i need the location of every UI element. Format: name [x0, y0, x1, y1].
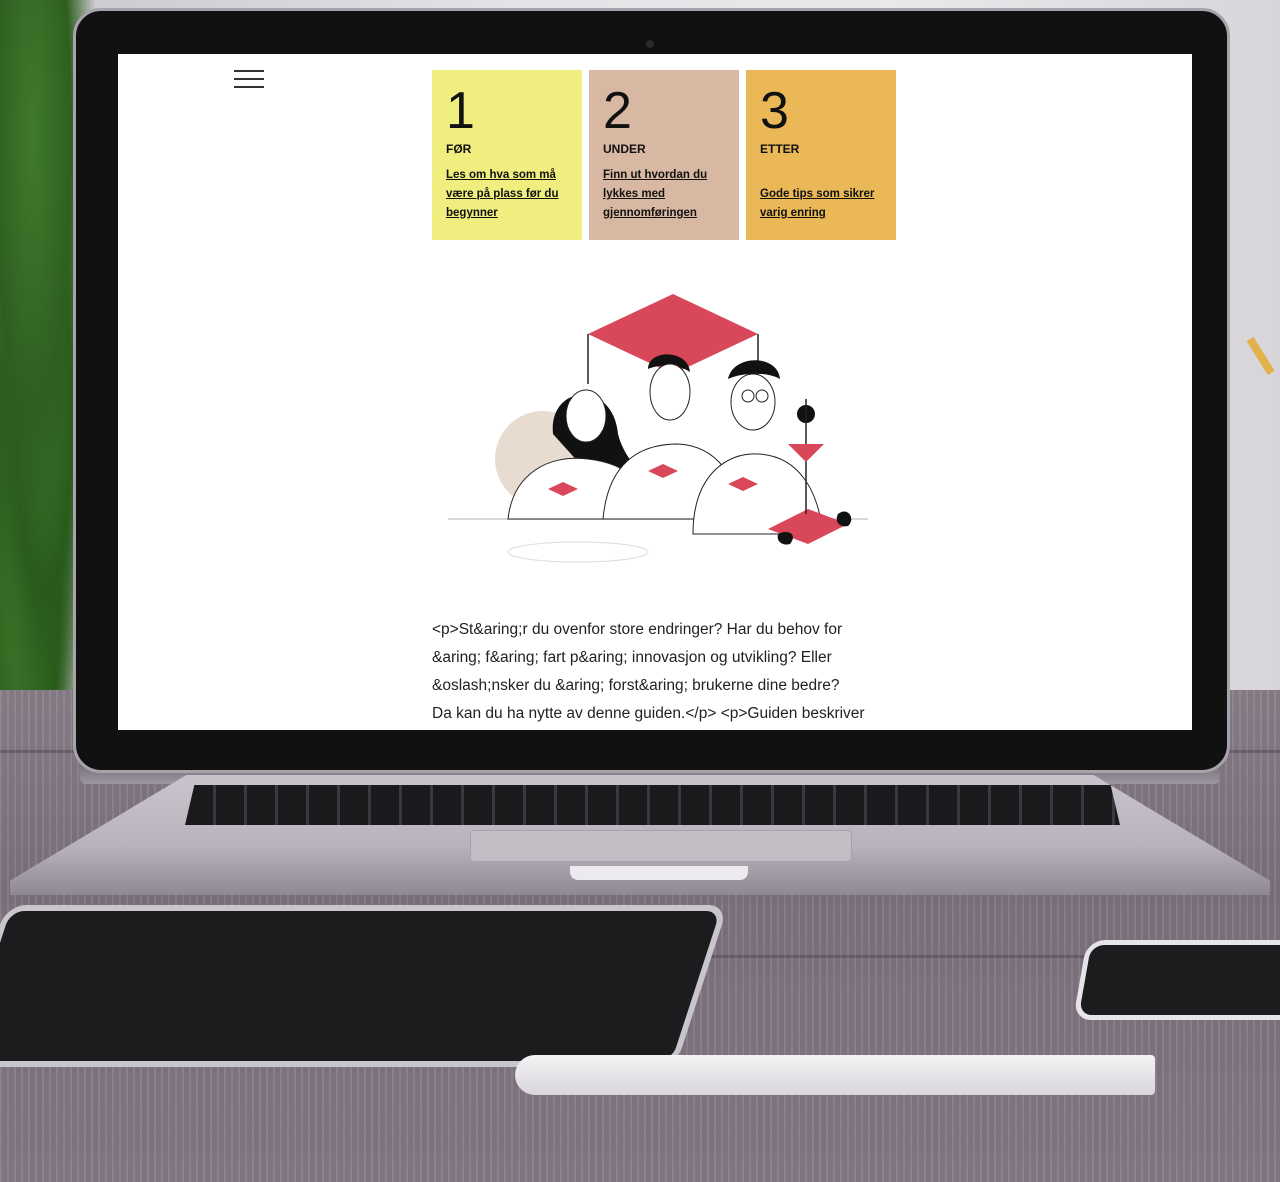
step-card-during: 2 UNDER Finn ut hvordan du lykkes med gj…: [589, 70, 739, 240]
tablet-device: [0, 905, 729, 1067]
hamburger-menu-icon[interactable]: [234, 70, 264, 92]
laptop-keyboard: [185, 785, 1120, 825]
intro-text: <p>St&aring;r du ovenfor store endringer…: [432, 616, 912, 728]
step-card-after: 3 ETTER Gode tips som sikrer varig enrin…: [746, 70, 896, 240]
phone-device: [1072, 940, 1280, 1020]
step-link-during[interactable]: Finn ut hvordan du lykkes med gjennomfør…: [603, 166, 725, 223]
intro-line: Da kan du ha nytte av denne guiden.</p> …: [432, 705, 865, 722]
laptop-screen: 1 FØR Les om hva som må være på plass fø…: [118, 54, 1192, 730]
step-card-before: 1 FØR Les om hva som må være på plass fø…: [432, 70, 582, 240]
step-number: 2: [603, 82, 632, 140]
team-illustration: [448, 294, 868, 563]
laptop-trackpad: [470, 830, 852, 862]
intro-line: &oslash;nsker du &aring; forst&aring; br…: [432, 677, 840, 694]
pen-decoration: [515, 1055, 1155, 1095]
intro-line: &aring; f&aring; fart p&aring; innovasjo…: [432, 649, 832, 666]
laptop-notch: [570, 866, 748, 880]
camera-icon: [646, 40, 654, 48]
step-title: ETTER: [760, 142, 800, 156]
step-number: 3: [760, 82, 789, 140]
intro-line: <p>St&aring;r du ovenfor store endringer…: [432, 621, 843, 638]
step-number: 1: [446, 82, 475, 140]
step-link-after[interactable]: Gode tips som sikrer varig enring: [760, 185, 882, 223]
step-link-before[interactable]: Les om hva som må være på plass før du b…: [446, 166, 568, 223]
step-title: UNDER: [603, 142, 646, 156]
step-title: FØR: [446, 142, 472, 156]
